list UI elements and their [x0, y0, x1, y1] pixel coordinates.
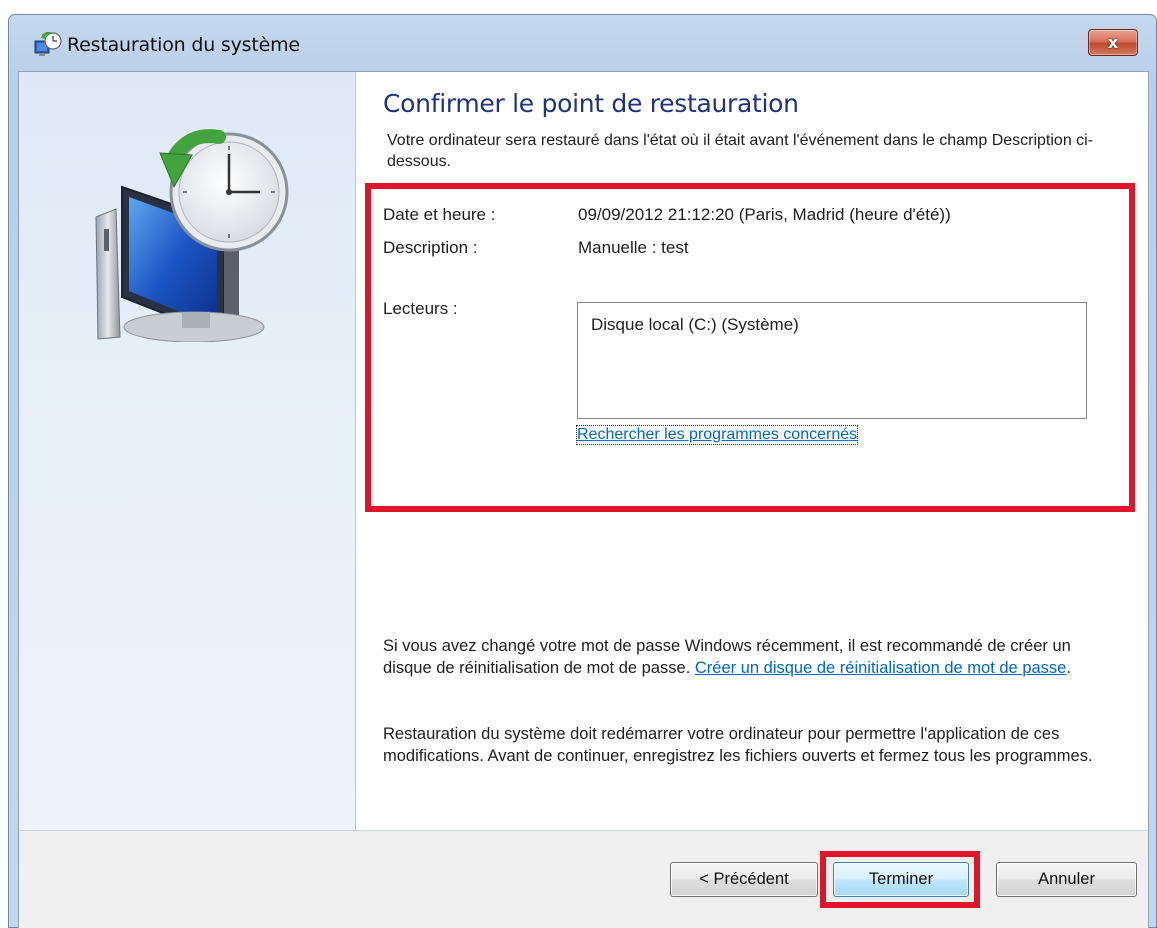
- system-restore-icon: [34, 32, 62, 56]
- intro-text: Votre ordinateur sera restauré dans l'ét…: [387, 132, 1094, 170]
- cancel-button[interactable]: Annuler: [996, 862, 1137, 897]
- finish-button[interactable]: Terminer: [833, 862, 969, 897]
- restart-warning-text: Restauration du système doit redémarrer …: [383, 725, 1093, 765]
- window-title: Restauration du système: [67, 34, 300, 56]
- list-item[interactable]: Disque local (C:) (Système): [591, 315, 799, 335]
- main-panel: Confirmer le point de restauration Votre…: [357, 72, 1148, 830]
- computer-clock-restore-icon: [95, 129, 289, 342]
- page-title: Confirmer le point de restauration: [383, 89, 799, 118]
- description-value: Manuelle : test: [578, 238, 689, 257]
- create-password-reset-disk-link[interactable]: Créer un disque de réinitialisation de m…: [695, 659, 1066, 677]
- title-bar[interactable]: Restauration du système x: [9, 15, 1156, 71]
- password-reset-end: .: [1066, 658, 1071, 677]
- footer: < Précédent Terminer Annuler: [19, 830, 1148, 928]
- side-panel: [19, 72, 356, 830]
- system-restore-window: Restauration du système x Confirmer le p…: [8, 14, 1157, 928]
- client-area: Confirmer le point de restauration Votre…: [18, 71, 1149, 928]
- scan-affected-programs-link[interactable]: Rechercher les programmes concernés: [575, 425, 859, 445]
- date-value: 09/09/2012 21:12:20 (Paris, Madrid (heur…: [578, 205, 951, 224]
- date-label: Date et heure :: [383, 205, 496, 224]
- close-icon: x: [1107, 33, 1119, 52]
- password-reset-text: Si vous avez changé votre mot de passe W…: [383, 636, 1103, 679]
- description-label: Description :: [383, 238, 478, 257]
- back-button[interactable]: < Précédent: [670, 862, 818, 897]
- drives-label: Lecteurs :: [383, 299, 458, 318]
- close-button[interactable]: x: [1088, 29, 1138, 56]
- drives-list[interactable]: Disque local (C:) (Système): [577, 302, 1087, 419]
